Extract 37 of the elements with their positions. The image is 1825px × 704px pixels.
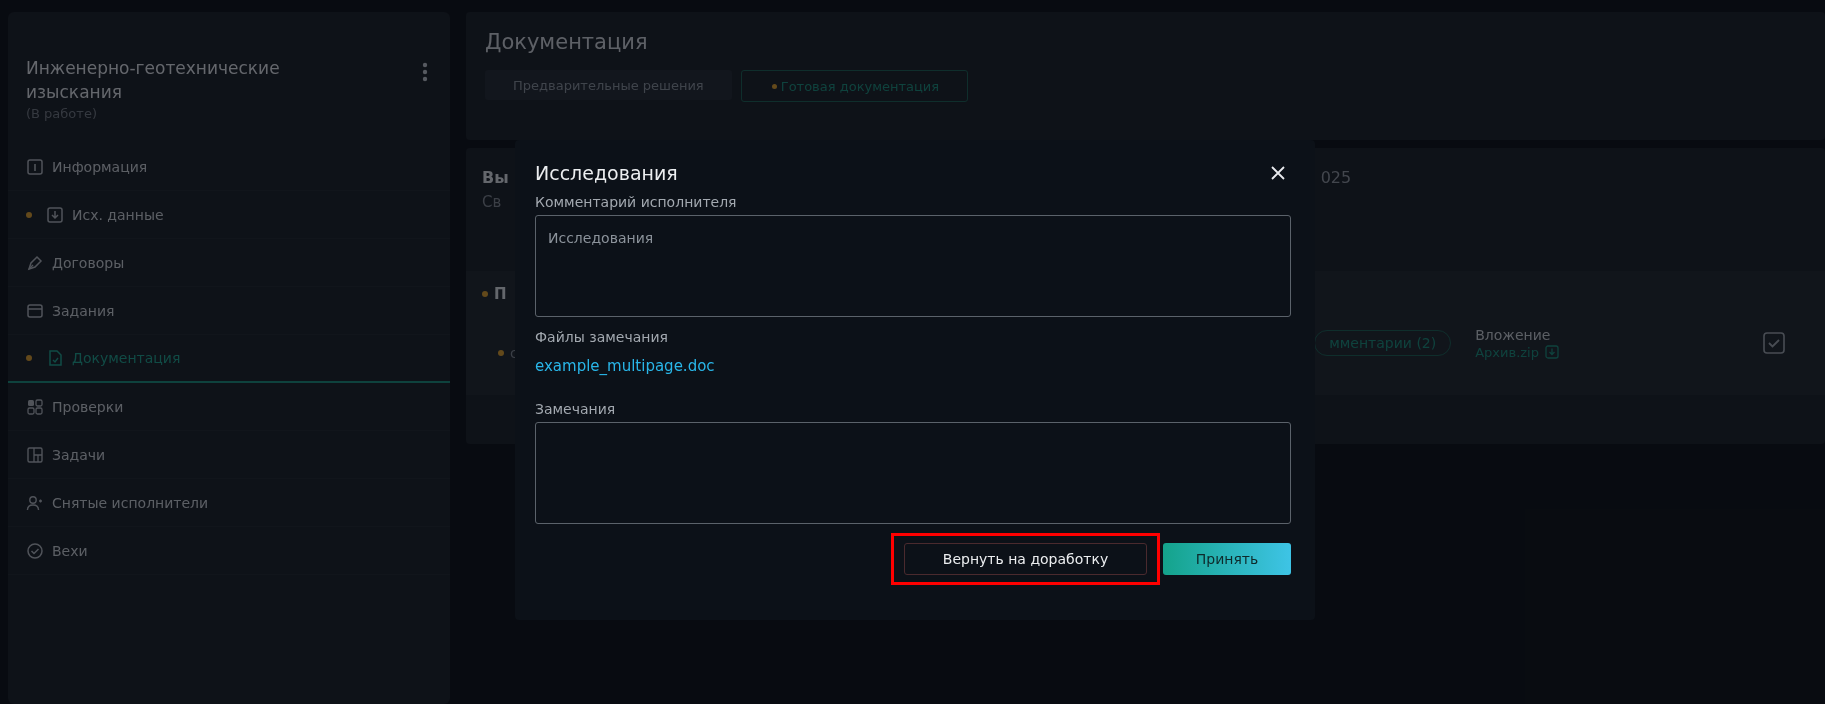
check-circle-icon [26, 541, 44, 560]
sidebar-item[interactable]: Задачи [8, 431, 450, 479]
return-button[interactable]: Вернуть на доработку [904, 543, 1147, 575]
sidebar-item[interactable]: Задания [8, 287, 450, 335]
sidebar-item[interactable]: Договоры [8, 239, 450, 287]
section-title: П [494, 285, 507, 303]
remarks-field[interactable] [535, 422, 1291, 524]
pen-icon [26, 253, 44, 272]
user-icon [26, 493, 44, 512]
grid-icon [26, 397, 44, 416]
checkbox[interactable] [1763, 332, 1785, 354]
field-label: Замечания [535, 401, 617, 417]
status-dot [482, 291, 488, 297]
sidebar-item[interactable]: Исх. данные [8, 191, 450, 239]
attachment-label: Вложение [1475, 326, 1552, 343]
field-label: Файлы замечания [535, 329, 669, 345]
more-icon[interactable] [422, 62, 428, 82]
project-title: Инженерно-геотехнические изыскания [26, 57, 281, 104]
info-icon [26, 157, 44, 176]
sidebar-item[interactable]: Вехи [8, 527, 450, 575]
close-icon[interactable] [1271, 166, 1285, 180]
file-link[interactable]: example_multipage.doc [535, 357, 715, 375]
sidebar-item[interactable]: Проверки [8, 383, 450, 431]
download-icon[interactable] [1545, 345, 1559, 359]
board-icon [26, 445, 44, 464]
field-label: Комментарий исполнителя [535, 194, 738, 210]
download-icon [46, 205, 64, 224]
sidebar-item[interactable]: Информация [8, 143, 450, 191]
page-title: Документация [485, 30, 649, 54]
document-icon [46, 349, 64, 367]
comment-field[interactable]: Исследования [535, 215, 1291, 317]
card-heading: Вы [482, 168, 509, 187]
window-icon [26, 301, 44, 320]
sidebar-item[interactable]: Документация [8, 335, 450, 383]
dialog-title: Исследования [535, 162, 678, 184]
sidebar-item[interactable]: Снятые исполнители [8, 479, 450, 527]
accept-button[interactable]: Принять [1163, 543, 1291, 575]
